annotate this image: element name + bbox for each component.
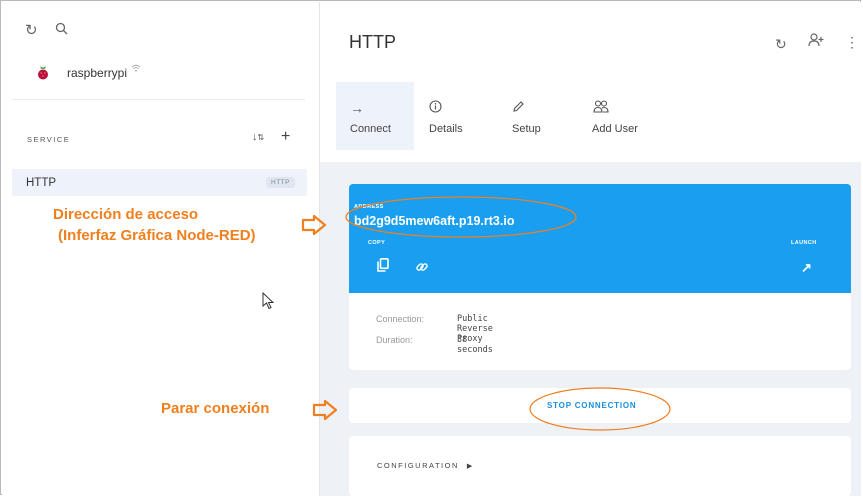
mouse-cursor-icon	[262, 292, 275, 310]
tab-label: Connect	[350, 123, 391, 135]
tab-connect[interactable]: → Connect	[336, 82, 414, 150]
sidebar-item-http[interactable]: HTTP HTTP	[12, 169, 307, 196]
wifi-icon	[131, 64, 141, 75]
configuration-toggle[interactable]: CONFIGURATION ▶	[377, 461, 474, 470]
tab-label: Setup	[512, 123, 541, 135]
copy-icon[interactable]	[377, 258, 389, 277]
tab-details[interactable]: Details	[414, 82, 496, 150]
info-icon	[429, 100, 442, 116]
sort-icon[interactable]: ↓⇅	[252, 131, 264, 143]
add-user-icon[interactable]	[808, 33, 824, 52]
tab-label: Add User	[592, 123, 638, 135]
sidebar: ↻ raspberrypi SERVICE ↓⇅ + HTTP HTTP	[2, 2, 320, 496]
arrow-right-icon: →	[350, 100, 364, 116]
duration-value: 38 seconds	[457, 335, 493, 355]
refresh-icon[interactable]: ↻	[25, 21, 38, 39]
tab-label: Details	[429, 123, 463, 135]
page-title: HTTP	[349, 32, 396, 52]
copy-label: COPY	[368, 240, 386, 246]
tab-bar: → Connect Details Setup Add User	[336, 82, 656, 150]
annotation-address-line1: Dirección de acceso	[53, 206, 199, 223]
device-header[interactable]: raspberrypi	[36, 64, 141, 81]
main-header: HTTP ↻ ⋮ → Connect Details Setup Add Use…	[320, 2, 861, 162]
launch-label: LAUNCH	[791, 240, 817, 246]
configuration-card: CONFIGURATION ▶	[349, 436, 851, 496]
search-icon[interactable]	[55, 22, 68, 40]
service-label: HTTP	[26, 177, 57, 189]
connection-type-label: Connection:	[376, 314, 425, 324]
device-name: raspberrypi	[67, 66, 128, 80]
annotation-highlight-ellipse	[529, 387, 671, 431]
add-service-icon[interactable]: +	[281, 128, 290, 146]
caret-right-icon: ▶	[466, 463, 474, 470]
sidebar-divider	[12, 99, 305, 100]
more-vert-icon[interactable]: ⋮	[845, 34, 859, 51]
section-label: SERVICE	[27, 135, 71, 144]
pencil-icon	[512, 100, 525, 116]
refresh-icon[interactable]: ↻	[775, 36, 787, 53]
annotation-highlight-ellipse	[345, 196, 577, 238]
service-type-badge: HTTP	[266, 177, 295, 188]
tab-add-user[interactable]: Add User	[576, 82, 656, 150]
tab-setup[interactable]: Setup	[496, 82, 576, 150]
annotation-arrow-icon	[312, 399, 338, 421]
annotation-address-line2: (Inferfaz Gráfica Node-RED)	[58, 227, 256, 244]
annotation-stop: Parar conexión	[161, 400, 270, 417]
annotation-arrow-icon	[301, 214, 327, 236]
app-window: ↻ raspberrypi SERVICE ↓⇅ + HTTP HTTP HTT…	[0, 0, 861, 496]
users-icon	[593, 100, 609, 116]
launch-icon[interactable]: ↗	[801, 260, 812, 276]
duration-label: Duration:	[376, 335, 413, 345]
configuration-label: CONFIGURATION	[377, 461, 459, 470]
raspberry-pi-logo-icon	[38, 66, 48, 80]
link-icon[interactable]	[416, 260, 428, 278]
